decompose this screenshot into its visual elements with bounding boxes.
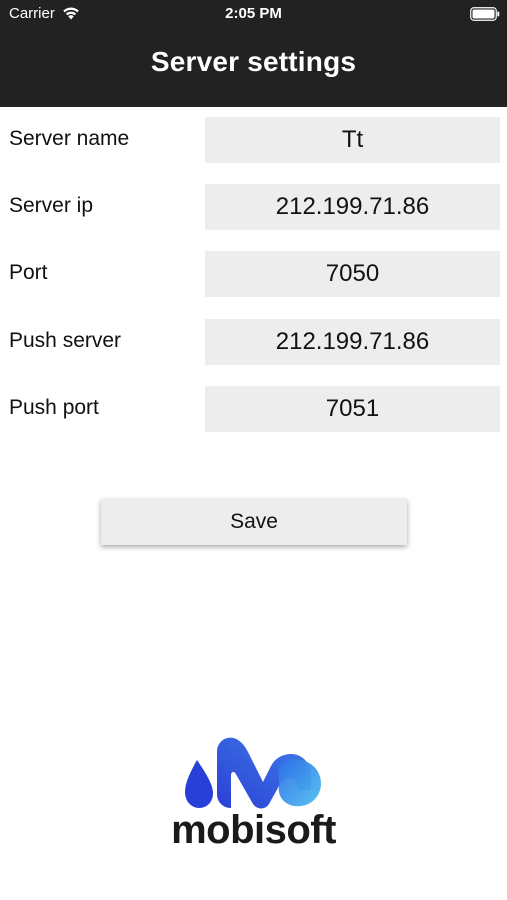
- mobisoft-logo-icon: [185, 737, 321, 809]
- push-server-row: Push server 212.199.71.86: [0, 309, 507, 365]
- app-header: Carrier 2:05 PM Server settings: [0, 0, 507, 107]
- server-ip-label: Server ip: [9, 194, 94, 217]
- server-ip-field[interactable]: 212.199.71.86: [205, 184, 500, 230]
- push-server-field[interactable]: 212.199.71.86: [205, 319, 500, 365]
- server-name-row: Server name Tt: [0, 107, 507, 163]
- server-settings-screen: Carrier 2:05 PM Server settings Server n…: [0, 0, 507, 900]
- push-port-field[interactable]: 7051: [205, 386, 500, 432]
- save-button[interactable]: Save: [101, 499, 407, 545]
- push-port-row: Push port 7051: [0, 376, 507, 432]
- status-bar: Carrier 2:05 PM: [0, 0, 507, 28]
- server-ip-row: Server ip 212.199.71.86: [0, 174, 507, 230]
- port-field[interactable]: 7050: [205, 251, 500, 297]
- push-port-label: Push port: [9, 396, 99, 419]
- status-time: 2:05 PM: [225, 5, 282, 22]
- port-label: Port: [9, 261, 48, 284]
- server-name-label: Server name: [9, 127, 130, 150]
- port-row: Port 7050: [0, 241, 507, 297]
- push-server-label: Push server: [9, 329, 122, 352]
- mobisoft-logo-text: mobisoft: [171, 808, 336, 852]
- server-name-field[interactable]: Tt: [205, 117, 500, 163]
- page-title: Server settings: [150, 46, 357, 77]
- battery-icon: [470, 7, 500, 21]
